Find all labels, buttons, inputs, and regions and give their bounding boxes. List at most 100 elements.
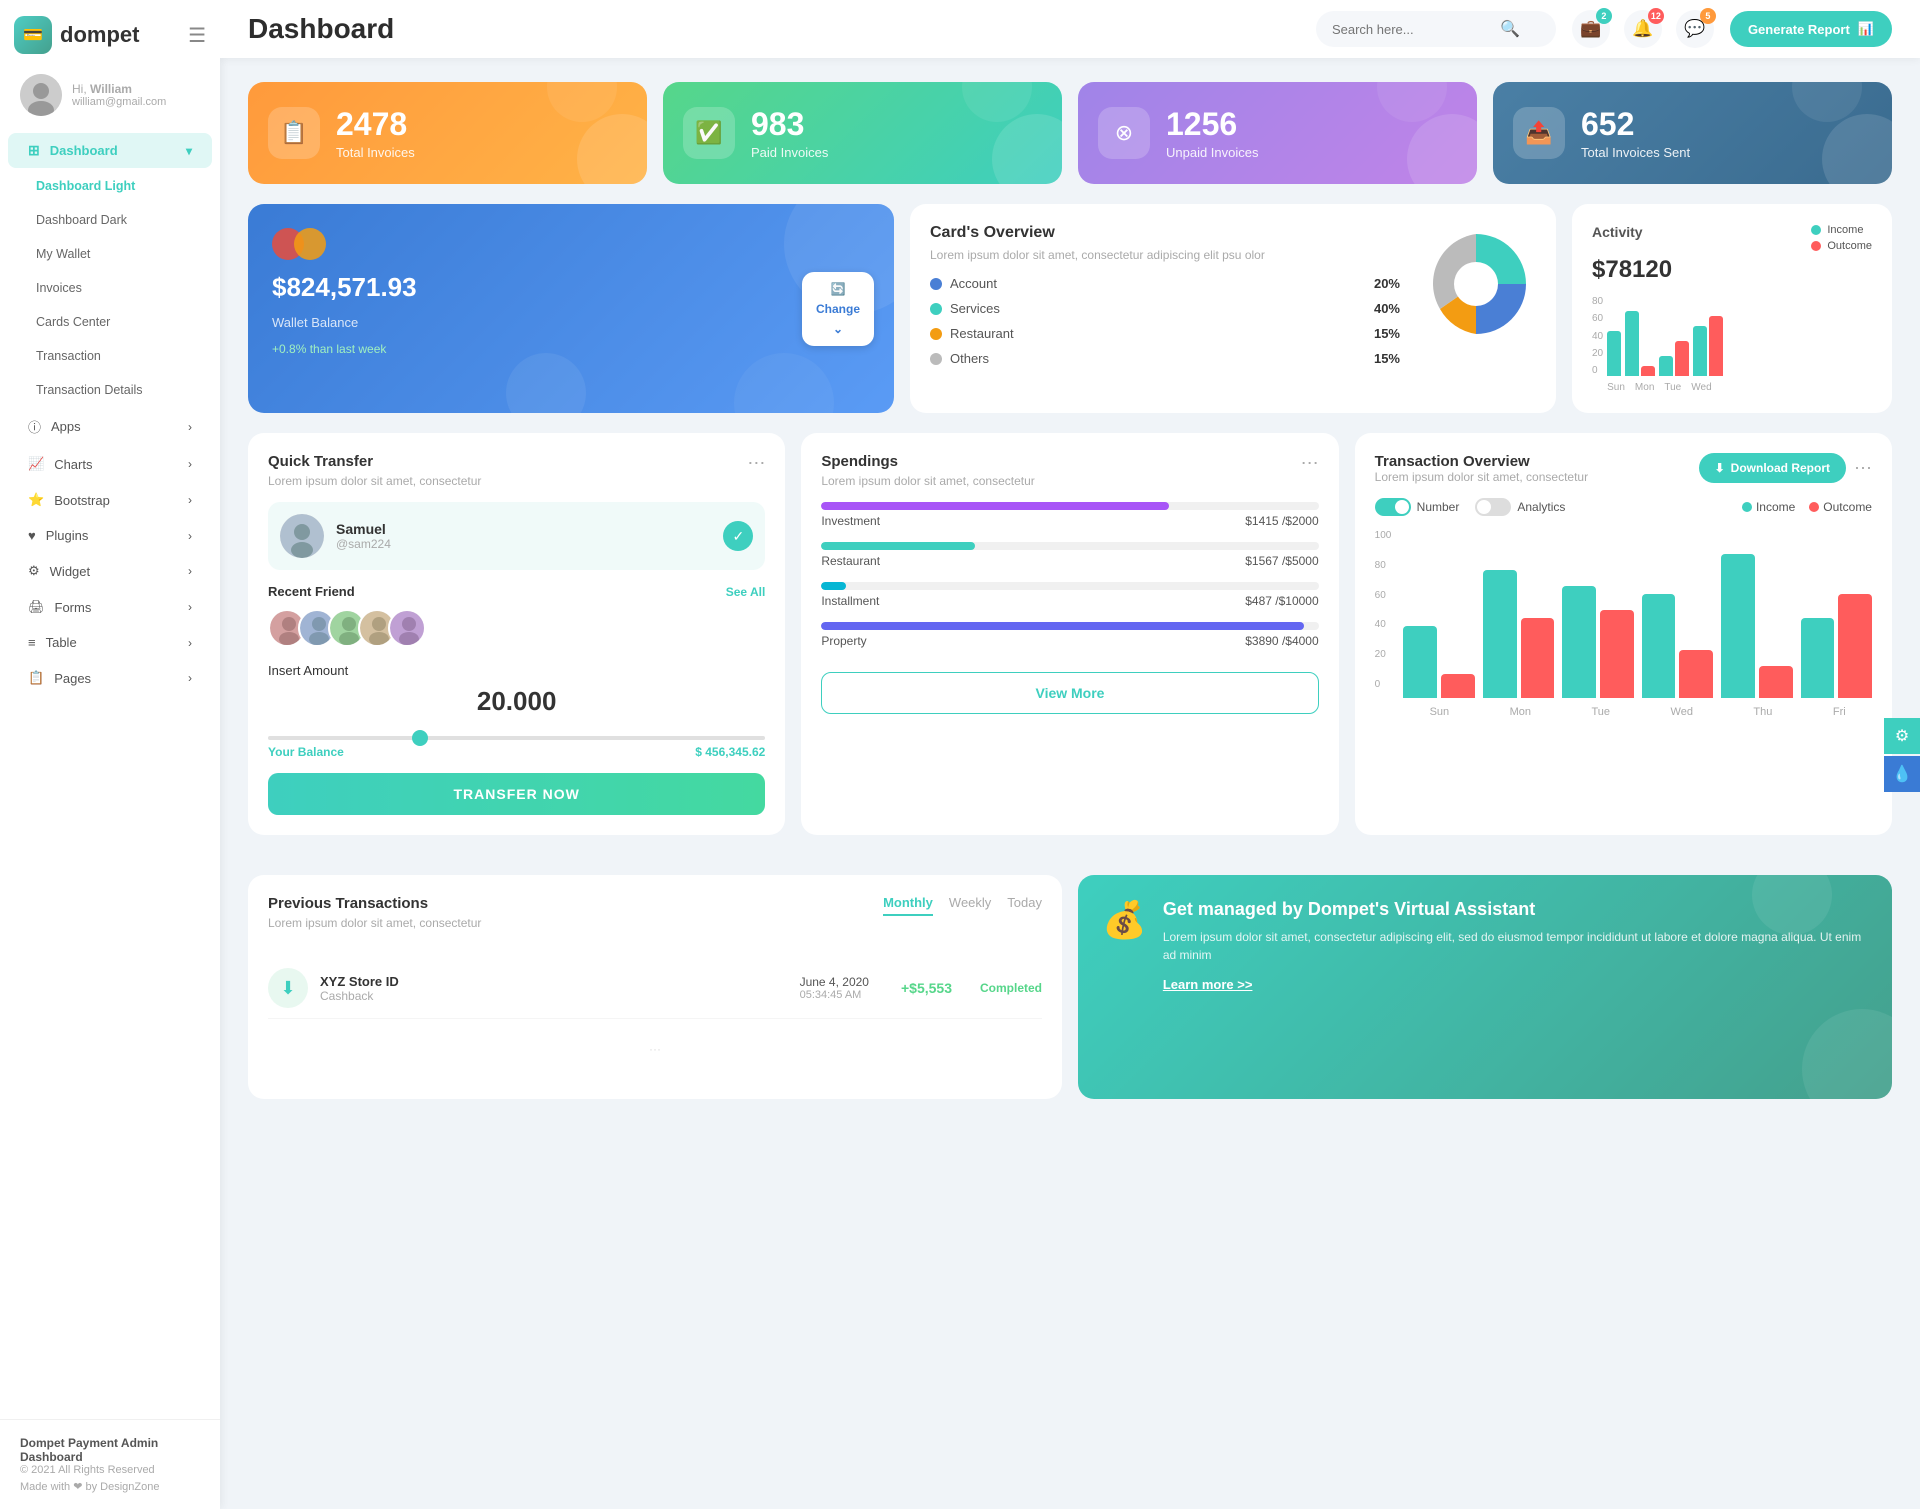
activity-card: Activity Income Outcome $78120 [1572,204,1892,413]
table-icon: ≡ [28,635,36,650]
bar-group-tue [1562,586,1633,698]
tab-group: Monthly Weekly Today [883,895,1042,916]
sidebar-item-transaction-details[interactable]: Transaction Details [8,374,212,406]
total-invoices-label: Total Invoices [336,145,415,160]
stat-card-total-invoices: 📋 2478 Total Invoices [248,82,647,184]
sidebar-item-widget[interactable]: ⚙ Widget › [8,554,212,588]
download-report-button[interactable]: ⬇ Download Report [1699,453,1846,483]
see-all-link[interactable]: See All [726,585,766,599]
tab-today[interactable]: Today [1007,895,1042,916]
spending-installment: Installment $487 /$10000 [821,582,1318,608]
spendings-menu-icon[interactable]: ⋯ [1301,453,1319,474]
bell-icon-btn[interactable]: 🔔 12 [1624,10,1662,48]
sidebar-item-dashboard[interactable]: ⊞ Dashboard ▾ [8,133,212,168]
number-toggle-switch[interactable] [1375,498,1411,516]
big-bar-day-labels: SunMonTueWedThuFri [1403,706,1872,718]
star-icon: ⭐ [28,492,44,508]
unpaid-invoices-icon: ⊗ [1098,107,1150,159]
amount-slider[interactable] [268,736,765,740]
tab-monthly[interactable]: Monthly [883,895,933,916]
chevron-right-icon6: › [188,600,192,614]
floating-settings-button[interactable]: ⚙ [1884,718,1920,754]
sidebar-item-my-wallet[interactable]: My Wallet [8,238,212,270]
more-rows-placeholder: ··· [268,1019,1042,1079]
sidebar-item-invoices[interactable]: Invoices [8,272,212,304]
view-more-button[interactable]: View More [821,672,1318,714]
sidebar-item-forms[interactable]: 🖨 Forms › [8,590,212,624]
floating-water-button[interactable]: 💧 [1884,756,1920,792]
sidebar-item-apps[interactable]: ⓘ Apps › [8,408,212,445]
big-bar-thu-income [1721,554,1755,698]
bar-group-sun [1403,626,1474,698]
installment-value: $487 /$10000 [1245,594,1318,608]
wallet-icon-btn[interactable]: 💼 2 [1572,10,1610,48]
va-learn-more-link[interactable]: Learn more >> [1163,977,1253,992]
footer-year: © 2021 All Rights Reserved [20,1464,200,1476]
selected-friend-handle: @sam224 [336,537,391,551]
account-dot [930,278,942,290]
sidebar-item-dashboard-light[interactable]: Dashboard Light [8,170,212,202]
toggle-number-label: Number [1417,500,1460,514]
activity-legend: Income Outcome [1811,224,1872,252]
activity-title: Activity [1592,224,1643,240]
chevron-right-icon4: › [188,529,192,543]
others-pct: 15% [1374,351,1400,366]
refresh-icon: 🔄 [831,282,846,296]
bar-mon-outcome [1641,366,1655,376]
analytics-toggle-switch[interactable] [1475,498,1511,516]
generate-report-button[interactable]: Generate Report 📊 [1730,11,1892,47]
bar-group-wed [1642,594,1713,698]
va-subtitle: Lorem ipsum dolor sit amet, consectetur … [1163,928,1868,964]
toggle-number: Number [1375,498,1460,516]
sidebar-item-pages[interactable]: 📋 Pages › [8,661,212,695]
paid-invoices-label: Paid Invoices [751,145,828,160]
hamburger-icon[interactable]: ☰ [188,23,206,48]
bar-group-fri [1801,594,1872,698]
balance-value: $ 456,345.62 [695,745,765,759]
bar-chart [1607,296,1872,376]
bar-chart-icon: 📊 [1858,21,1874,37]
wallet-change-button[interactable]: 🔄 Change ⌄ [802,272,874,346]
gear-icon: ⚙ [28,563,40,579]
chat-icon-btn[interactable]: 💬 5 [1676,10,1714,48]
user-email: william@gmail.com [72,96,166,108]
activity-chart: 020406080 [1592,296,1872,393]
page-title: Dashboard [248,13,1300,45]
tab-weekly[interactable]: Weekly [949,895,991,916]
income-dot [1811,225,1821,235]
sidebar-item-table[interactable]: ≡ Table › [8,626,212,659]
others-label: Others [950,351,1366,366]
sidebar-item-transaction[interactable]: Transaction [8,340,212,372]
tx-toggles: Number Analytics Income Outcome [1375,498,1872,516]
generate-report-label: Generate Report [1748,22,1850,37]
sidebar-item-cards-center[interactable]: Cards Center [8,306,212,338]
investment-label: Investment [821,514,880,528]
bar-tue-income [1659,356,1673,376]
tx-icon-cashback: ⬇ [268,968,308,1008]
sidebar-item-dashboard-dark[interactable]: Dashboard Dark [8,204,212,236]
tx-amount: +$5,553 [901,980,952,996]
sidebar-item-plugins[interactable]: ♥ Plugins › [8,519,212,552]
main-area: Dashboard 🔍 💼 2 🔔 12 💬 5 Generate Report… [220,0,1920,1509]
selected-friend-name: Samuel [336,521,391,537]
investment-value: $1415 /$2000 [1245,514,1318,528]
bar-wed-income [1693,326,1707,376]
friend-avatar-5[interactable] [388,609,426,647]
selected-friend: Samuel @sam224 ✓ [268,502,765,570]
tx-menu-icon[interactable]: ⋯ [1854,458,1872,479]
stat-card-paid-invoices: ✅ 983 Paid Invoices [663,82,1062,184]
spending-property: Property $3890 /$4000 [821,622,1318,648]
bar-group-thu [1721,554,1792,698]
tx-date: June 4, 2020 05:34:45 AM [800,975,869,1001]
y-axis-labels: 020406080 [1592,296,1603,376]
income-legend-dot [1742,502,1752,512]
search-input[interactable] [1332,22,1492,37]
quick-transfer-menu-icon[interactable]: ⋯ [747,453,765,474]
transfer-now-button[interactable]: TRANSFER NOW [268,773,765,815]
total-sent-label: Total Invoices Sent [1581,145,1690,160]
big-bar-thu-outcome [1759,666,1793,698]
sidebar-item-bootstrap[interactable]: ⭐ Bootstrap › [8,483,212,517]
sidebar-item-charts[interactable]: 📈 Charts › [8,447,212,481]
bar-mon-income [1625,311,1639,376]
header-icons: 💼 2 🔔 12 💬 5 [1572,10,1714,48]
